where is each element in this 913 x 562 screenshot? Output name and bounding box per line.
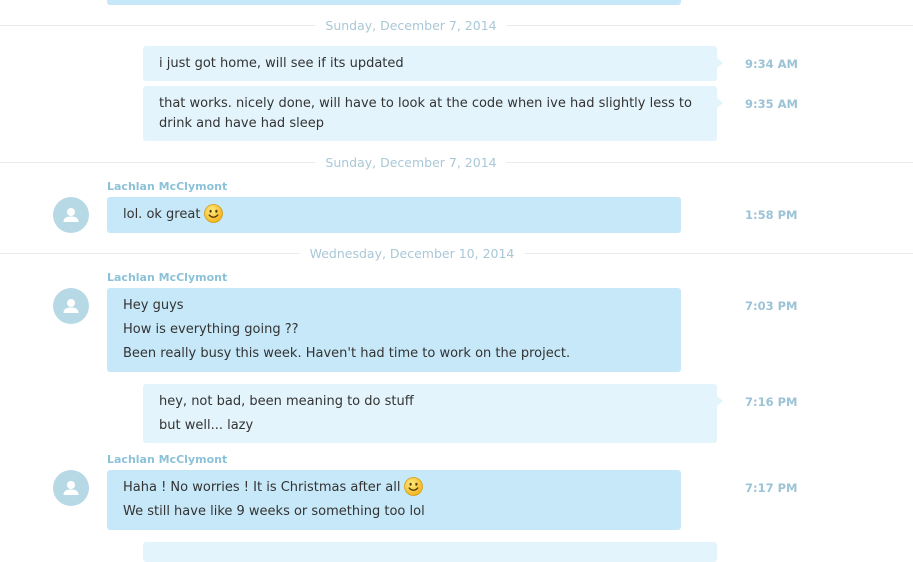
user-icon bbox=[63, 208, 79, 222]
sender-name: Lachlan McClymont bbox=[107, 180, 228, 193]
sender-name: Lachlan McClymont bbox=[107, 271, 228, 284]
incoming-message-bubble[interactable]: lol. ok great bbox=[107, 197, 681, 233]
next-message-bubble[interactable] bbox=[143, 542, 717, 562]
message-timestamp: 7:17 PM bbox=[745, 481, 798, 495]
message-timestamp: 9:34 AM bbox=[745, 57, 798, 71]
avatar[interactable] bbox=[53, 197, 89, 233]
message-text: i just got home, will see if its updated bbox=[159, 56, 404, 71]
user-icon bbox=[63, 299, 79, 313]
outgoing-message-bubble[interactable]: hey, not bad, been meaning to do stuff b… bbox=[143, 384, 723, 443]
message-timestamp: 7:16 PM bbox=[745, 395, 798, 409]
message-text: but well... lazy bbox=[159, 418, 254, 433]
message-text: Haha ! No worries ! It is Christmas afte… bbox=[123, 480, 401, 495]
date-divider-label: Sunday, December 7, 2014 bbox=[315, 155, 507, 170]
message-text: hey, not bad, been meaning to do stuff bbox=[159, 394, 414, 409]
date-divider-label: Sunday, December 7, 2014 bbox=[315, 18, 507, 33]
date-divider-label: Wednesday, December 10, 2014 bbox=[299, 246, 525, 261]
incoming-message-bubble[interactable]: Haha ! No worries ! It is Christmas afte… bbox=[107, 470, 681, 530]
message-text: Hey guys bbox=[123, 298, 184, 313]
smile-emoji-icon bbox=[204, 203, 224, 223]
message-line: Haha ! No worries ! It is Christmas afte… bbox=[123, 476, 665, 498]
message-text: How is everything going ?? bbox=[123, 322, 299, 337]
message-line: lol. ok great bbox=[123, 203, 665, 225]
previous-message-bubble[interactable] bbox=[107, 0, 681, 5]
outgoing-message-bubble[interactable]: that works. nicely done, will have to lo… bbox=[143, 86, 723, 141]
message-timestamp: 1:58 PM bbox=[745, 208, 798, 222]
message-timestamp: 9:35 AM bbox=[745, 97, 798, 111]
message-text: that works. nicely done, will have to lo… bbox=[159, 96, 692, 131]
sender-name: Lachlan McClymont bbox=[107, 453, 228, 466]
user-icon bbox=[63, 481, 79, 495]
message-timestamp: 7:03 PM bbox=[745, 299, 798, 313]
outgoing-message-bubble[interactable]: i just got home, will see if its updated bbox=[143, 46, 723, 81]
incoming-message-bubble[interactable]: Hey guys How is everything going ?? Been… bbox=[107, 288, 681, 372]
avatar[interactable] bbox=[53, 288, 89, 324]
message-text: Been really busy this week. Haven't had … bbox=[123, 346, 571, 361]
message-text: lol. ok great bbox=[123, 207, 201, 222]
avatar[interactable] bbox=[53, 470, 89, 506]
message-text: We still have like 9 weeks or something … bbox=[123, 504, 425, 519]
smile-emoji-icon bbox=[404, 476, 424, 496]
